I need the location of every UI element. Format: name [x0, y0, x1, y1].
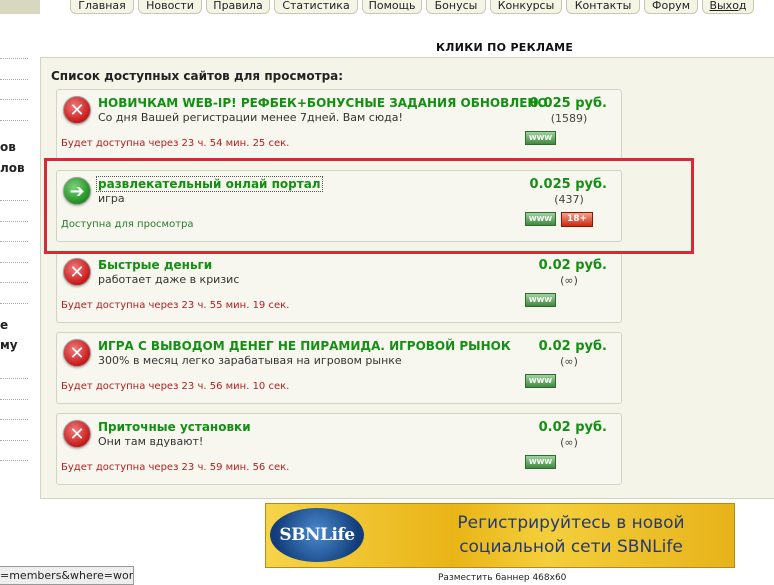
- sidebar-divider: [0, 303, 28, 304]
- sidebar-divider: [0, 378, 28, 379]
- site-timer: Будет доступна через 23 ч. 56 мин. 10 се…: [61, 381, 290, 392]
- www-button[interactable]: WWW: [525, 374, 556, 388]
- site-title-link[interactable]: Быстрые деньги: [98, 258, 212, 272]
- tab-logout[interactable]: Выход: [702, 0, 754, 14]
- tab-forum[interactable]: Форум: [644, 0, 698, 14]
- sidebar-divider: [0, 282, 28, 283]
- site-price: 0.02 руб.: [538, 420, 607, 435]
- sidebar-item[interactable]: ов: [0, 140, 16, 154]
- site-views: (∞): [560, 274, 578, 287]
- sbnlife-banner[interactable]: SBNLife Регистрируйтесь в новой социальн…: [265, 503, 735, 568]
- site-card: ✕ Приточные установки Они там вдувают! Б…: [56, 413, 622, 485]
- site-timer: Будет доступна через 23 ч. 55 мин. 19 се…: [61, 300, 290, 311]
- sidebar-divider: [0, 221, 28, 222]
- site-card: ✕ Быстрые деньги работает даже в кризис …: [56, 251, 622, 323]
- error-icon: ✕: [63, 258, 91, 286]
- tab-bonuses[interactable]: Бонусы: [426, 0, 486, 14]
- www-button[interactable]: WWW: [525, 131, 556, 145]
- site-description: работает даже в кризис: [98, 273, 240, 286]
- tab-statistics[interactable]: Статистика: [274, 0, 358, 14]
- site-card: ✕ НОВИЧКАМ WEB-IP! РЕФБЕК+БОНУСНЫЕ ЗАДАН…: [56, 89, 622, 161]
- site-timer: Будет доступна через 23 ч. 54 мин. 25 се…: [61, 138, 290, 149]
- site-views: (1589): [550, 112, 588, 125]
- sidebar-item[interactable]: лов: [0, 161, 25, 175]
- tab-help[interactable]: Помощь: [362, 0, 422, 14]
- site-timer: Будет доступна через 23 ч. 59 мин. 56 се…: [61, 462, 290, 473]
- browser-status-bar: =members&where=work: [0, 566, 134, 585]
- site-description: Со дня Вашей регистрации менее 7дней. Ва…: [98, 111, 403, 124]
- site-price: 0.02 руб.: [538, 258, 607, 273]
- sidebar-divider: [0, 419, 28, 420]
- site-views: (∞): [560, 355, 578, 368]
- error-icon: ✕: [63, 339, 91, 367]
- site-title-link[interactable]: ИГРА С ВЫВОДОМ ДЕНЕГ НЕ ПИРАМИДА. ИГРОВО…: [98, 339, 511, 353]
- sidebar-divider: [0, 120, 28, 121]
- sidebar-divider: [0, 99, 28, 100]
- site-description: 300% в месяц легко зарабатывая на игрово…: [98, 354, 402, 367]
- place-banner-link[interactable]: Разместить баннер 468x60: [438, 573, 566, 583]
- page-title: КЛИКИ ПО РЕКЛАМЕ: [436, 41, 574, 54]
- sidebar-divider: [0, 79, 28, 80]
- banner-line-1: Регистрируйтесь в новой: [457, 513, 685, 533]
- sidebar-divider: [0, 399, 28, 400]
- sidebar-divider: [0, 58, 28, 59]
- site-price: 0.02 руб.: [538, 339, 607, 354]
- banner-line-2: социальной сети SBNLife: [459, 537, 683, 557]
- sidebar-item[interactable]: му: [0, 338, 18, 352]
- www-button[interactable]: WWW: [525, 293, 556, 307]
- nav-left-strip: [0, 0, 40, 14]
- site-price: 0.025 руб.: [529, 96, 607, 111]
- error-icon: ✕: [63, 96, 91, 124]
- www-button[interactable]: WWW: [525, 455, 556, 469]
- sbnlife-logo: SBNLife: [270, 508, 364, 562]
- sidebar-divider: [0, 440, 28, 441]
- tab-contests[interactable]: Конкурсы: [490, 0, 562, 14]
- site-title-link[interactable]: НОВИЧКАМ WEB-IP! РЕФБЕК+БОНУСНЫЕ ЗАДАНИЯ…: [98, 96, 548, 110]
- highlight-box: [44, 158, 694, 254]
- tab-rules[interactable]: Правила: [206, 0, 270, 14]
- sidebar-divider: [0, 460, 28, 461]
- site-title-link[interactable]: Приточные установки: [98, 420, 251, 434]
- tab-home[interactable]: Главная: [70, 0, 134, 14]
- sidebar-divider: [0, 262, 28, 263]
- tab-contacts[interactable]: Контакты: [566, 0, 640, 14]
- top-navigation: Главная Новости Правила Статистика Помощ…: [0, 0, 774, 14]
- site-description: Они там вдувают!: [98, 435, 204, 448]
- site-views: (∞): [560, 436, 578, 449]
- sidebar-divider: [0, 200, 28, 201]
- list-title: Список доступных сайтов для просмотра:: [51, 69, 344, 83]
- sidebar-divider: [0, 241, 28, 242]
- sidebar-item[interactable]: е: [0, 318, 8, 332]
- site-card: ✕ ИГРА С ВЫВОДОМ ДЕНЕГ НЕ ПИРАМИДА. ИГРО…: [56, 332, 622, 404]
- tab-news[interactable]: Новости: [138, 0, 202, 14]
- error-icon: ✕: [63, 420, 91, 448]
